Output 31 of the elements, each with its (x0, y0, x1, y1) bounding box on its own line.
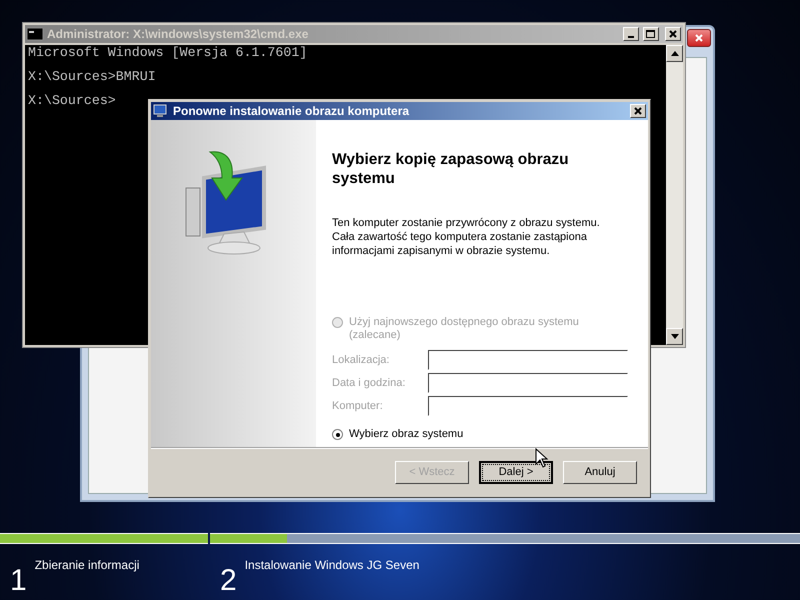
up-arrow-icon (670, 51, 678, 56)
minimize-button[interactable] (623, 27, 639, 41)
maximize-button[interactable] (643, 27, 659, 41)
maximize-icon (646, 30, 655, 38)
console-icon (27, 28, 43, 40)
window-title: Ponowne instalowanie obrazu komputera (173, 104, 410, 118)
close-icon (634, 107, 642, 115)
window-title: Administrator: X:\windows\system32\cmd.exe (47, 27, 310, 41)
console-line: Microsoft Windows [Wersja 6.1.7601] (28, 47, 308, 59)
step-number: 2 (220, 566, 237, 596)
down-arrow-icon (670, 334, 678, 339)
minimize-icon (628, 36, 634, 38)
close-button[interactable] (687, 29, 711, 47)
description-text: Ten komputer zostanie przywrócony z obrazu systemu. Cała zawartość tego komputera zostanie zastąpiona informacjami zapisanymi w obrazie systemu. (332, 216, 601, 258)
step-number: 1 (10, 566, 27, 596)
scrollbar[interactable] (666, 45, 683, 345)
console-line: X:\Sources>BMRUI (28, 71, 157, 83)
radio-option[interactable]: Wybierz obraz systemu (332, 428, 628, 441)
dialog-button[interactable]: Anuluj (563, 460, 637, 484)
close-icon (669, 30, 677, 38)
step-label: Zbieranie informacji (34, 558, 140, 572)
computer-icon (153, 104, 169, 118)
console-line: X:\Sources> (28, 95, 117, 107)
field-label: Data i godzina: (332, 377, 406, 389)
field-label: Lokalizacja: (332, 354, 390, 366)
radio-button[interactable] (332, 429, 343, 440)
field-label: Komputer: (332, 400, 384, 412)
dialog-heading: Wybierz kopię zapasową obrazu systemu (332, 150, 570, 188)
step-label: Instalowanie Windows JG Seven (244, 558, 420, 572)
close-icon (695, 34, 703, 42)
dialog-button[interactable]: Dalej > (479, 460, 553, 484)
